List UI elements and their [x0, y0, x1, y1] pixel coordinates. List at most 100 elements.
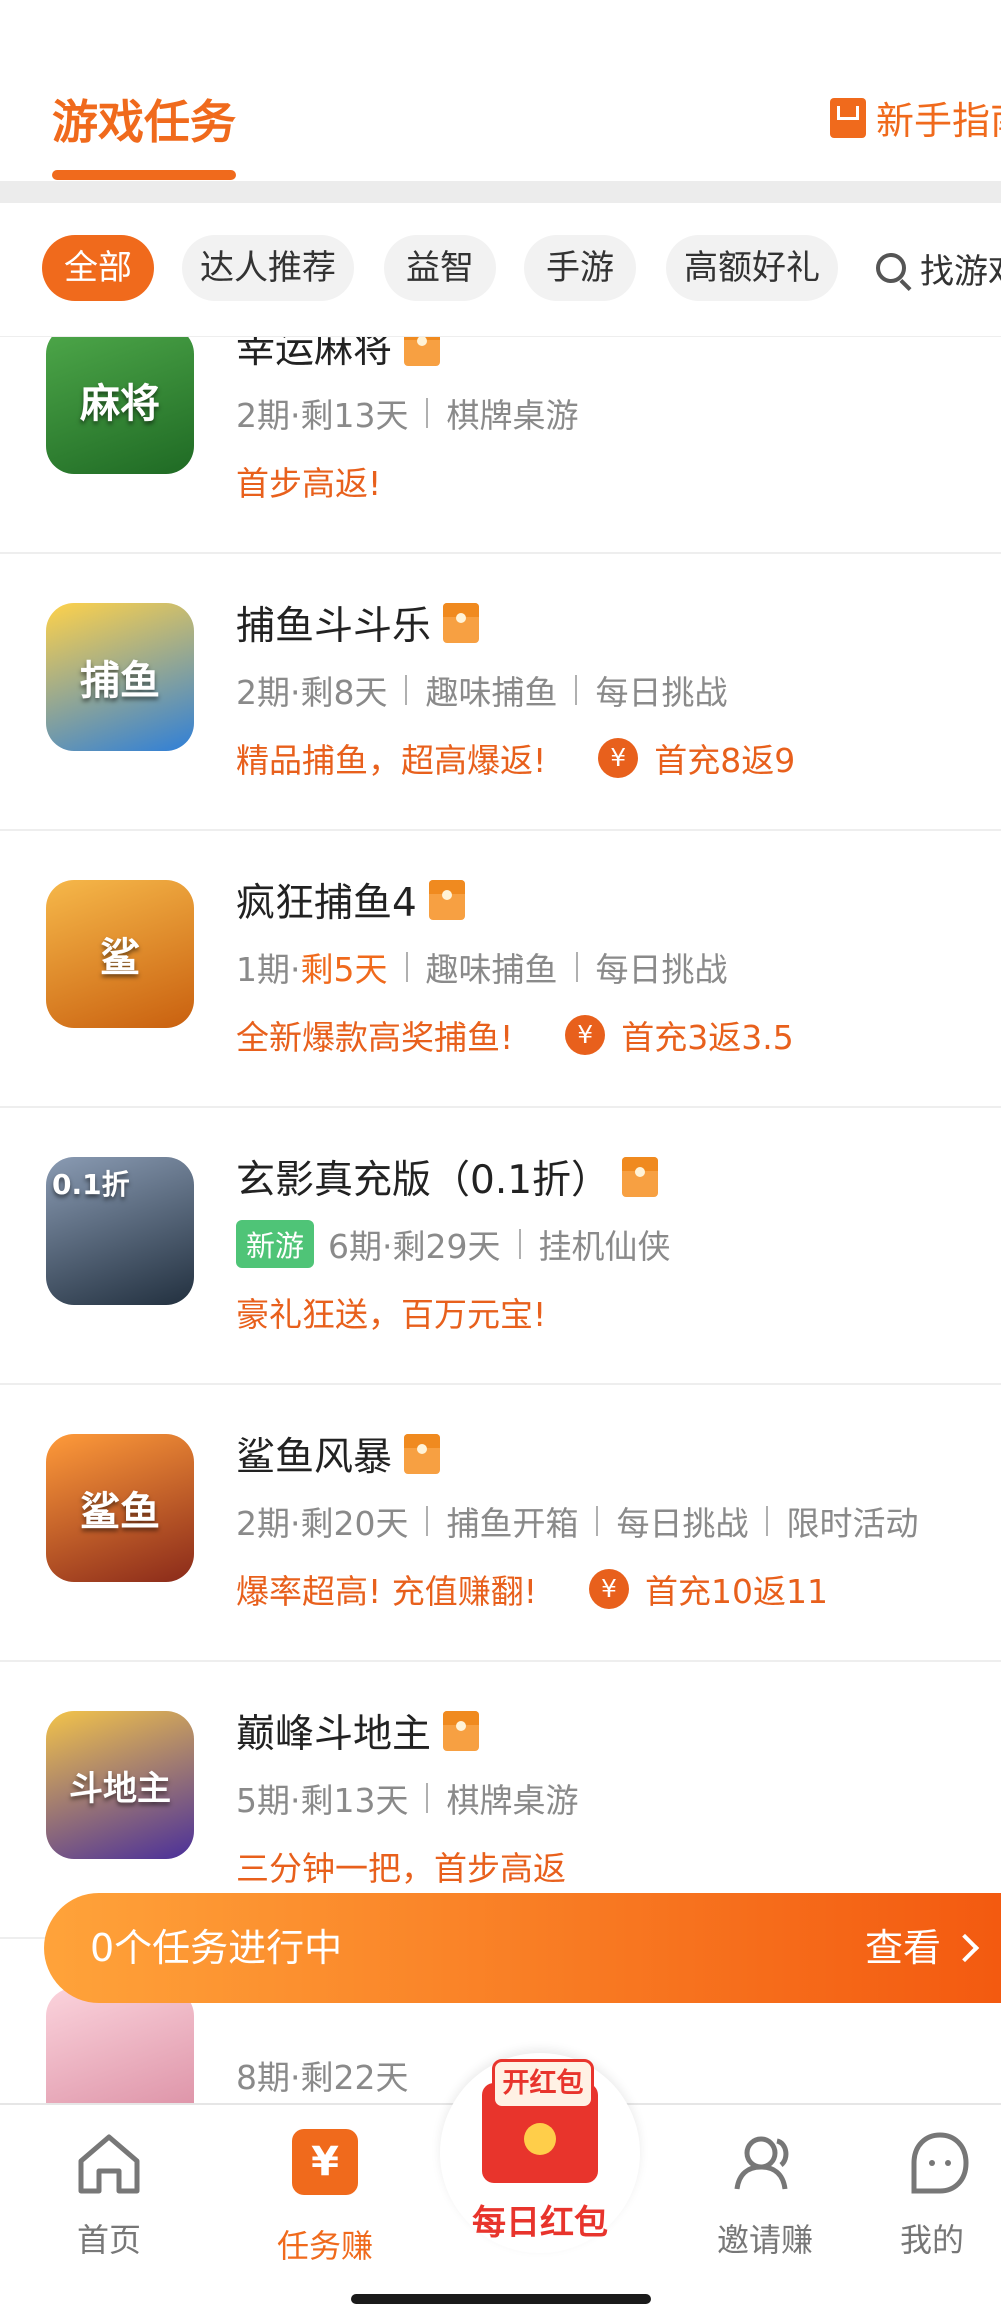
game-period: 2期·剩13天 — [236, 396, 409, 435]
tab-high-rewards[interactable]: 高额好礼 — [666, 235, 838, 301]
task-earn-icon: ¥ — [285, 2129, 365, 2209]
tab-me[interactable]: 我的 — [900, 2123, 1001, 2261]
search-label: 找游戏 — [920, 251, 1001, 292]
meta-separator — [518, 1229, 521, 1259]
gift-icon — [622, 1157, 659, 1197]
game-icon: 鲨鱼 — [46, 1434, 194, 1582]
game-period: 5期·剩13天 — [236, 1781, 409, 1820]
home-indicator — [351, 2294, 651, 2304]
meta-separator — [596, 1506, 599, 1536]
game-icon-art: 鲨鱼 — [80, 1489, 160, 1535]
game-promo: 首步高返! — [236, 455, 381, 507]
meta-separator — [575, 675, 578, 705]
game-icon: 0.1折 — [46, 1157, 194, 1305]
game-tag: 每日挑战 — [595, 950, 728, 989]
promo-text: 首步高返! — [236, 464, 382, 503]
tab-mobile-games[interactable]: 手游 — [524, 235, 636, 301]
tasks-in-progress-label: 0个任务进行中 — [90, 1926, 343, 1970]
meta-separator — [426, 398, 429, 428]
game-period: 8期·剩22天 — [236, 2058, 409, 2097]
header: 游戏任务 新手指南 — [0, 44, 1001, 180]
game-name: 捕鱼斗斗乐 — [236, 604, 432, 649]
game-period: 2期·剩8天 — [236, 673, 388, 712]
beginner-guide-label: 新手指南 — [876, 99, 1001, 143]
game-name: 疯狂捕鱼4 — [236, 881, 417, 926]
invite-icon — [725, 2123, 805, 2203]
game-icon: 鲨 — [46, 880, 194, 1028]
game-name: 巅峰斗地主 — [236, 1712, 432, 1757]
game-name: 玄影真充版（0.1折） — [236, 1158, 611, 1203]
game-meta: 8期·剩22天 — [236, 2050, 408, 2100]
game-promo: 三分钟一把，首步高返 — [236, 1840, 566, 1892]
meta-separator — [405, 952, 408, 982]
chevron-right-icon — [950, 1933, 980, 1963]
search-button[interactable]: 找游戏 — [876, 235, 1001, 301]
view-tasks-button[interactable]: 查看 — [864, 1893, 980, 2003]
promo-text: 精品捕鱼，超高爆返! — [236, 741, 547, 780]
game-promo: 豪礼狂送，百万元宝! — [236, 1286, 546, 1338]
meta-separator — [766, 1506, 769, 1536]
open-redpacket-tag: 开红包 — [492, 2059, 594, 2109]
game-list: 麻将 幸运麻将 2期·剩13天 棋牌桌游 首步高返! 捕鱼 捕鱼斗斗乐 2期·剩8… — [0, 337, 1001, 2103]
gift-icon — [428, 880, 465, 920]
yuan-coin-icon: ¥ — [598, 738, 639, 778]
game-period: 6期·剩29天 — [328, 1227, 501, 1266]
tab-invite[interactable]: 邀请赚 — [690, 2123, 840, 2261]
game-meta: 1期· 剩5天 趣味捕鱼 每日挑战 — [236, 942, 728, 992]
view-label: 查看 — [864, 1926, 941, 1970]
game-promo: 爆率超高! 充值赚翻! ¥ 首充10返11 — [236, 1563, 828, 1615]
tasks-in-progress-bar[interactable]: 0个任务进行中 查看 — [44, 1893, 1001, 2003]
yuan-icon: ¥ — [292, 2129, 358, 2195]
game-period: 1期· — [236, 950, 301, 989]
daily-redpacket-label: 每日红包 — [472, 2203, 608, 2243]
tab-home[interactable]: 首页 — [34, 2123, 184, 2261]
meta-separator — [575, 952, 578, 982]
title-underline — [52, 170, 236, 180]
home-icon — [69, 2123, 149, 2203]
game-item[interactable]: 鲨鱼 鲨鱼风暴 2期·剩20天 捕鱼开箱 每日挑战 限时活动 爆率超高! 充值赚翻! ¥… — [0, 1385, 1001, 1662]
game-meta: 5期·剩13天 棋牌桌游 — [236, 1773, 578, 1823]
game-tag: 棋牌桌游 — [446, 1781, 579, 1820]
game-tag: 挂机仙侠 — [538, 1227, 671, 1266]
promo-text: 全新爆款高奖捕鱼! — [236, 1018, 514, 1057]
tab-expert-picks[interactable]: 达人推荐 — [182, 235, 354, 301]
game-tag: 每日挑战 — [595, 673, 728, 712]
meta-separator — [426, 1783, 429, 1813]
first-recharge-offer: 首充10返11 — [644, 1572, 828, 1611]
gift-icon — [443, 603, 480, 643]
tab-tasks[interactable]: ¥ 任务赚 — [250, 2123, 400, 2267]
daily-redpacket-button[interactable]: 开红包 每日红包 — [440, 2043, 640, 2253]
new-game-badge: 新游 — [236, 1220, 315, 1268]
game-item[interactable]: 0.1折 玄影真充版（0.1折） 新游 6期·剩29天 挂机仙侠 豪礼狂送，百万元宝… — [0, 1108, 1001, 1385]
game-item[interactable]: 捕鱼 捕鱼斗斗乐 2期·剩8天 趣味捕鱼 每日挑战 精品捕鱼，超高爆返! ¥ 首充8返9 — [0, 554, 1001, 831]
game-period: 2期·剩20天 — [236, 1504, 409, 1543]
game-tag: 棋牌桌游 — [446, 396, 579, 435]
game-icon — [46, 1988, 194, 2103]
tab-all[interactable]: 全部 — [42, 235, 154, 301]
first-recharge-offer: 首充8返9 — [654, 741, 796, 780]
game-promo: 全新爆款高奖捕鱼! ¥ 首充3返3.5 — [236, 1009, 794, 1061]
game-icon: 麻将 — [46, 337, 194, 474]
page-title: 游戏任务 — [52, 95, 236, 149]
game-tag: 捕鱼开箱 — [446, 1504, 579, 1543]
yuan-coin-icon: ¥ — [588, 1569, 629, 1609]
game-item[interactable]: 麻将 幸运麻将 2期·剩13天 棋牌桌游 首步高返! — [0, 337, 1001, 554]
gift-icon — [443, 1711, 480, 1751]
beginner-guide-link[interactable]: 新手指南 — [830, 90, 1001, 145]
gift-icon — [404, 337, 441, 366]
meta-separator — [405, 675, 408, 705]
promo-text: 豪礼狂送，百万元宝! — [236, 1295, 547, 1334]
meta-separator — [426, 1506, 429, 1536]
game-tag: 趣味捕鱼 — [425, 950, 558, 989]
game-item[interactable]: 鲨 疯狂捕鱼4 1期· 剩5天 趣味捕鱼 每日挑战 全新爆款高奖捕鱼! ¥ 首充3返3.5 — [0, 831, 1001, 1108]
book-icon — [830, 97, 866, 138]
game-meta: 新游 6期·剩29天 挂机仙侠 — [236, 1219, 671, 1269]
tab-puzzle[interactable]: 益智 — [384, 235, 496, 301]
game-icon: 斗地主 — [46, 1711, 194, 1859]
search-icon — [876, 253, 906, 283]
game-icon: 捕鱼 — [46, 603, 194, 751]
game-name: 鲨鱼风暴 — [236, 1435, 393, 1480]
game-icon-art: 捕鱼 — [80, 658, 160, 704]
gift-icon — [404, 1434, 441, 1474]
promo-text: 三分钟一把，首步高返 — [236, 1849, 566, 1888]
